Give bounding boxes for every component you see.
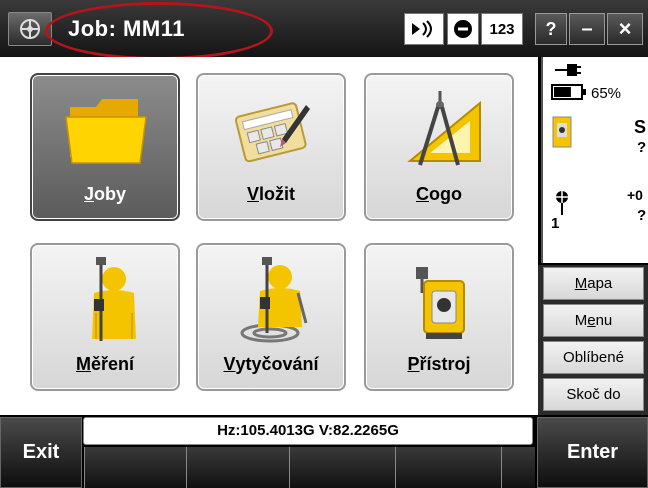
circle-check-icon [454,20,472,38]
main-menu-grid: Joby Vložit Cogo Měření Vytyčování Příst… [0,57,538,415]
title-bar: Job: MM11 123 ? – × [0,0,648,60]
keyboard-pen-icon [234,102,310,163]
surveyor-gnss-icon [92,257,136,341]
goto-button[interactable]: Skoč do [543,378,644,411]
target-value: ? [637,207,647,224]
tile-joby[interactable]: Joby [30,73,180,221]
status-panel[interactable]: 65% S ? 1 +0 ? [541,57,648,263]
exit-button[interactable]: Exit [0,417,82,488]
instrument-value: ? [637,139,647,156]
compass-triangle-icon [407,91,481,166]
softkey-3[interactable] [289,447,395,488]
battery-icon [551,84,586,100]
folder-icon [65,99,147,164]
favorites-button[interactable]: Oblíbené [543,341,644,374]
tile-vlozit-label: Vložit [246,184,295,204]
trimble-logo-icon [20,19,40,39]
total-station-icon [416,267,465,339]
tile-pristroj-label: Přístroj [407,354,471,374]
target-offset: +0 [627,187,643,203]
angle-status-line: Hz:105.4013G V:82.2265G [83,417,533,445]
instrument-icon [552,116,572,148]
tile-joby-label: Joby [83,184,127,204]
radio-signal-icon [412,20,432,38]
minimize-button[interactable]: – [569,13,605,45]
power-plug-icon [555,64,581,76]
instrument-letter: S [634,117,647,137]
tile-vytycovani-label: Vytyčování [223,354,319,374]
tile-cogo-label: Cogo [416,184,462,204]
target-number: 1 [551,215,560,232]
battery-percent: 65% [591,85,622,102]
start-menu-button[interactable] [8,12,52,46]
tile-vlozit[interactable]: Vložit [196,73,346,221]
tile-cogo[interactable]: Cogo [364,73,514,221]
tile-vytycovani[interactable]: Vytyčování [196,243,346,391]
softkey-5[interactable] [501,447,535,488]
map-button[interactable]: Mapa [543,267,644,300]
gps-status-button[interactable] [447,13,479,45]
softkey-4[interactable] [395,447,501,488]
tile-pristroj[interactable]: Přístroj [364,243,514,391]
bluetooth-status-button[interactable] [404,13,444,45]
close-button[interactable]: × [607,13,643,45]
surveyor-stakeout-icon [240,257,308,343]
enter-button[interactable]: Enter [537,417,648,488]
prism-target-icon [554,189,570,215]
tile-mereni-label: Měření [75,354,135,374]
softkey-1[interactable] [84,447,186,488]
side-menu: Mapa Me nu Oblíbené Skoč do [538,265,648,415]
softkey-2[interactable] [186,447,289,488]
job-title[interactable]: Job: MM11 [68,13,185,45]
input-mode-button[interactable]: 123 [481,13,523,45]
tile-mereni[interactable]: Měření [30,243,180,391]
help-button[interactable]: ? [535,13,567,45]
menu-button[interactable]: Me nu [543,304,644,337]
